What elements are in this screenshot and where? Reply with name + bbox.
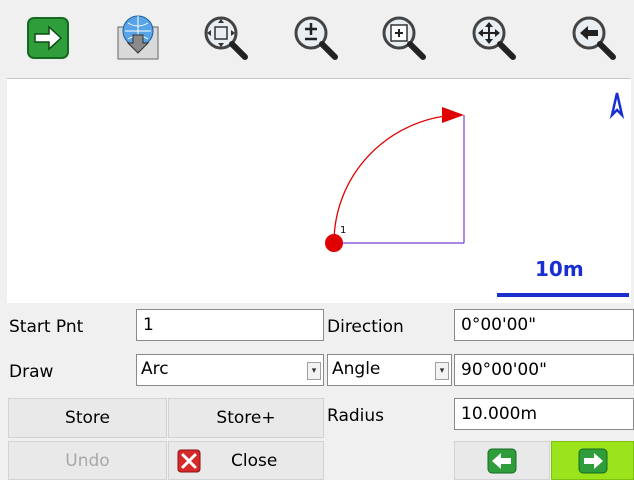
back-arrow-icon xyxy=(487,448,517,473)
direction-field[interactable]: 0°00'00" xyxy=(454,309,634,341)
direction-label: Direction xyxy=(327,317,404,337)
forward-button[interactable] xyxy=(8,6,88,70)
point-label: 1 xyxy=(340,225,346,236)
north-arrow-icon xyxy=(609,92,625,119)
download-globe-icon xyxy=(117,15,159,60)
arc-curve xyxy=(333,114,456,244)
store-button[interactable]: Store xyxy=(8,398,167,438)
zoom-in-out-button[interactable] xyxy=(276,6,356,70)
previous-button[interactable] xyxy=(454,441,550,480)
map-canvas[interactable]: 1 10m xyxy=(7,78,631,303)
close-button-label: Close xyxy=(231,450,278,471)
angle-field[interactable]: 90°00'00" xyxy=(454,354,634,386)
start-pnt-label: Start Pnt xyxy=(9,317,84,337)
scale-label: 10m xyxy=(535,257,584,281)
dropdown-arrow-icon[interactable]: ▾ xyxy=(307,362,321,380)
start-pnt-field[interactable]: 1 xyxy=(136,309,324,341)
pan-icon xyxy=(472,16,516,60)
next-button[interactable] xyxy=(551,441,634,480)
zoom-window-button[interactable] xyxy=(364,6,444,70)
forward-arrow-icon xyxy=(27,17,69,59)
radius-field[interactable]: 10.000m xyxy=(454,398,634,430)
pan-button[interactable] xyxy=(454,6,534,70)
zoom-window-icon xyxy=(382,16,426,60)
forward-arrow-icon xyxy=(578,448,607,473)
start-point-marker xyxy=(325,234,343,252)
arc-direction-arrow xyxy=(442,107,464,123)
angle-type-select[interactable]: Angle ▾ xyxy=(327,354,452,386)
zoom-previous-icon xyxy=(572,16,616,60)
zoom-extents-icon xyxy=(204,16,248,60)
draw-select-value: Arc xyxy=(141,359,169,379)
close-x-icon xyxy=(177,449,201,472)
angle-type-select-value: Angle xyxy=(332,359,381,379)
zoom-extents-button[interactable] xyxy=(186,6,266,70)
draw-select[interactable]: Arc ▾ xyxy=(136,354,324,386)
dropdown-arrow-icon[interactable]: ▾ xyxy=(435,362,449,380)
draw-label: Draw xyxy=(9,362,54,382)
download-button[interactable] xyxy=(98,6,178,70)
zoom-previous-button[interactable] xyxy=(554,6,634,70)
zoom-in-out-icon xyxy=(294,16,338,60)
toolbar xyxy=(0,0,634,76)
store-plus-button[interactable]: Store+ xyxy=(168,398,324,438)
undo-button[interactable]: Undo xyxy=(8,441,167,480)
radius-label: Radius xyxy=(327,406,385,426)
close-button[interactable]: Close xyxy=(168,441,324,480)
